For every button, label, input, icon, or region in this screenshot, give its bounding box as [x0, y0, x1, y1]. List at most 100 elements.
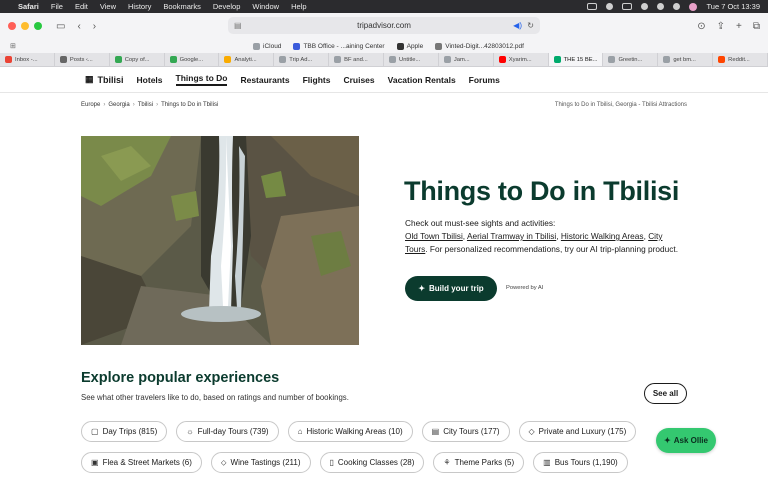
- minimize-window-icon[interactable]: [21, 22, 29, 30]
- experience-chip[interactable]: ☼ Full-day Tours (739): [176, 421, 279, 442]
- city-icon: ▤: [431, 427, 440, 436]
- downloads-icon[interactable]: ⊙: [697, 21, 705, 32]
- experience-chip[interactable]: ⬦ Wine Tastings (211): [210, 452, 311, 473]
- fullscreen-window-icon[interactable]: [34, 22, 42, 30]
- nav-hotels[interactable]: Hotels: [137, 75, 163, 85]
- address-bar[interactable]: ▤ tripadvisor.com ◀) ↻: [228, 17, 540, 34]
- share-icon[interactable]: ⇪: [717, 21, 725, 32]
- browser-tab[interactable]: THE 15 BE...: [548, 53, 604, 66]
- page-settings-icon[interactable]: ▤: [234, 21, 242, 30]
- tab-label: Xyarim...: [508, 56, 532, 63]
- experience-chip[interactable]: ▥ Bus Tours (1,190): [533, 452, 628, 473]
- experience-chip[interactable]: ◇ Private and Luxury (175): [518, 421, 637, 442]
- tbb-icon: [293, 42, 301, 50]
- reload-icon[interactable]: ↻: [527, 21, 534, 30]
- landmark-icon: ⌂: [297, 427, 303, 436]
- audio-playing-icon[interactable]: ◀): [513, 21, 522, 30]
- chip-label: Wine Tastings (211): [230, 458, 301, 467]
- browser-tab[interactable]: BF and...: [329, 53, 385, 66]
- tab-favicon-icon: [553, 56, 561, 63]
- menu-develop[interactable]: Develop: [213, 2, 241, 11]
- close-window-icon[interactable]: [8, 22, 16, 30]
- tab-favicon-icon: [279, 56, 287, 63]
- nav-cruises[interactable]: Cruises: [343, 75, 374, 85]
- menu-bookmarks[interactable]: Bookmarks: [163, 2, 201, 11]
- screen-mirroring-icon[interactable]: [587, 3, 598, 10]
- back-arrow-icon[interactable]: ‹: [77, 21, 80, 32]
- hero-desc-outro: . For personalized recommendations, try …: [425, 244, 679, 254]
- nav-things-to-do[interactable]: Things to Do: [175, 73, 228, 86]
- experience-chip[interactable]: ⌂ Historic Walking Areas (10): [287, 421, 413, 442]
- menu-clock[interactable]: Tue 7 Oct 13:39: [706, 2, 760, 11]
- tab-label: Analyti...: [234, 56, 257, 63]
- browser-tab[interactable]: Inbox -...: [0, 53, 55, 66]
- browser-tab[interactable]: Untitle...: [384, 53, 439, 66]
- battery-icon[interactable]: [622, 3, 633, 10]
- forward-arrow-icon[interactable]: ›: [93, 21, 96, 32]
- tab-overview-icon[interactable]: ⧉: [753, 21, 760, 32]
- nav-flights[interactable]: Flights: [303, 75, 331, 85]
- browser-tab[interactable]: Greetin...: [603, 53, 659, 66]
- breadcrumb: Europe › Georgia › Tbilisi › Things to D…: [81, 102, 218, 108]
- build-your-trip-button[interactable]: ✦ Build your trip: [405, 276, 497, 301]
- experience-chip[interactable]: ⚘ Theme Parks (5): [433, 452, 525, 473]
- experience-chip[interactable]: ▣ Flea & Street Markets (6): [81, 452, 202, 473]
- tab-label: BF and...: [344, 56, 368, 63]
- favorite-vinted-pdf[interactable]: Vinted-Digit...42803012.pdf: [435, 42, 524, 50]
- sidebar-toggle-icon[interactable]: ▭: [56, 21, 65, 32]
- nav-forums[interactable]: Forums: [469, 75, 500, 85]
- bus-icon: ▥: [543, 458, 551, 467]
- link-historic-walking-areas[interactable]: Historic Walking Areas: [561, 231, 644, 241]
- city-selector[interactable]: ▦ Tbilisi: [85, 74, 124, 85]
- browser-tab[interactable]: get bm...: [658, 53, 714, 66]
- menu-help[interactable]: Help: [291, 2, 306, 11]
- experience-chip[interactable]: ▤ City Tours (177): [421, 421, 510, 442]
- wifi-icon[interactable]: [641, 3, 649, 10]
- safari-toolbar: ▭ ‹ › ▤ tripadvisor.com ◀) ↻ ⊙ ⇪ + ⧉: [0, 13, 768, 39]
- wine-glass-icon: ⬦: [220, 457, 227, 467]
- browser-tab[interactable]: Trip Ad...: [274, 53, 330, 66]
- play-icon[interactable]: [606, 3, 614, 10]
- search-icon[interactable]: [657, 3, 665, 10]
- control-center-icon[interactable]: [673, 3, 681, 10]
- menu-edit[interactable]: Edit: [75, 2, 88, 11]
- browser-tab[interactable]: Analyti...: [219, 53, 275, 66]
- browser-tab[interactable]: Reddit...: [713, 53, 768, 66]
- favorites-grid-icon[interactable]: ⊞: [10, 42, 16, 50]
- tab-favicon-icon: [224, 56, 232, 63]
- browser-tab[interactable]: Xyarim...: [494, 53, 549, 66]
- link-old-town-tbilisi[interactable]: Old Town Tbilisi: [405, 231, 463, 241]
- favorite-icloud[interactable]: iCloud: [253, 42, 281, 50]
- nav-vacation-rentals[interactable]: Vacation Rentals: [388, 75, 456, 85]
- menu-file[interactable]: File: [51, 2, 63, 11]
- experience-chip[interactable]: ▢ Day Trips (815): [81, 421, 168, 442]
- window-controls: [8, 22, 42, 30]
- diamond-icon: ◇: [528, 427, 535, 436]
- browser-tab[interactable]: Jam...: [439, 53, 494, 66]
- breadcrumb-tbilisi[interactable]: Tbilisi: [138, 102, 153, 108]
- favorite-tbb-office[interactable]: TBB Office - ...aining Center: [293, 42, 385, 50]
- favorite-apple[interactable]: Apple: [396, 42, 423, 50]
- new-tab-icon[interactable]: +: [736, 21, 742, 32]
- menu-safari[interactable]: Safari: [18, 2, 39, 11]
- browser-tab[interactable]: Copy of...: [110, 53, 165, 66]
- tab-label: Inbox -...: [15, 56, 38, 63]
- sparkle-icon: ✦: [418, 284, 426, 293]
- menu-history[interactable]: History: [128, 2, 151, 11]
- ask-ollie-button[interactable]: ✦ Ask Ollie: [656, 428, 716, 453]
- hero-desc-intro: Check out must-see sights and activities…: [405, 218, 556, 228]
- browser-tab[interactable]: Posts ‹...: [55, 53, 110, 66]
- browser-tab[interactable]: Google...: [165, 53, 220, 66]
- tab-label: Untitle...: [399, 56, 421, 63]
- user-avatar-icon[interactable]: [689, 2, 698, 11]
- icloud-icon: [253, 42, 260, 50]
- see-all-button[interactable]: See all: [644, 383, 687, 404]
- breadcrumb-georgia[interactable]: Georgia: [108, 102, 129, 108]
- menu-status-area: Tue 7 Oct 13:39: [587, 2, 760, 11]
- experience-chip[interactable]: ▯ Cooking Classes (28): [319, 452, 425, 473]
- breadcrumb-europe[interactable]: Europe: [81, 102, 100, 108]
- link-aerial-tramway[interactable]: Aerial Tramway in Tbilisi: [467, 231, 556, 241]
- menu-window[interactable]: Window: [252, 2, 279, 11]
- nav-restaurants[interactable]: Restaurants: [240, 75, 289, 85]
- menu-view[interactable]: View: [100, 2, 116, 11]
